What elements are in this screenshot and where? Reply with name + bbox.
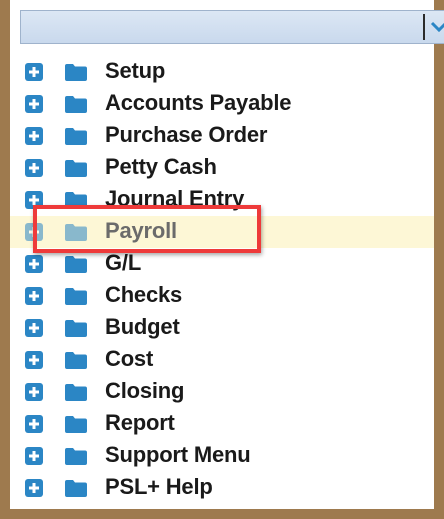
menu-item-psl-help[interactable]: PSL+ Help <box>10 472 434 504</box>
plus-icon[interactable] <box>25 479 43 497</box>
plus-icon[interactable] <box>25 191 43 209</box>
folder-icon <box>65 160 87 177</box>
folder-icon <box>65 256 87 273</box>
menu-item-label: Accounts Payable <box>105 90 292 115</box>
plus-icon[interactable] <box>25 127 43 145</box>
plus-icon[interactable] <box>25 63 43 81</box>
folder-icon <box>65 192 87 209</box>
folder-icon <box>65 128 87 145</box>
folder-icon <box>65 480 87 497</box>
menu-item-report[interactable]: Report <box>10 408 434 440</box>
menu-item-setup[interactable]: Setup <box>10 56 434 88</box>
plus-icon[interactable] <box>25 351 43 369</box>
navigation-dropdown[interactable] <box>20 10 444 44</box>
dropdown-separator <box>423 14 425 40</box>
menu-item-label: Budget <box>105 314 180 339</box>
menu-item-closing[interactable]: Closing <box>10 376 434 408</box>
menu-item-label: Petty Cash <box>105 154 217 179</box>
folder-icon <box>65 352 87 369</box>
menu-item-support-menu[interactable]: Support Menu <box>10 440 434 472</box>
folder-icon <box>65 288 87 305</box>
menu-item-journal-entry[interactable]: Journal Entry <box>10 184 434 216</box>
menu-item-budget[interactable]: Budget <box>10 312 434 344</box>
folder-icon <box>65 384 87 401</box>
menu-item-g-l[interactable]: G/L <box>10 248 434 280</box>
menu-item-petty-cash[interactable]: Petty Cash <box>10 152 434 184</box>
chevron-down-icon[interactable] <box>430 18 444 36</box>
menu-item-label: Payroll <box>105 218 177 243</box>
menu-item-label: Closing <box>105 378 185 403</box>
folder-icon <box>65 416 87 433</box>
folder-icon <box>65 320 87 337</box>
menu-item-label: G/L <box>105 250 142 275</box>
plus-icon[interactable] <box>25 95 43 113</box>
menu-item-payroll[interactable]: Payroll <box>10 216 434 248</box>
menu-item-label: Purchase Order <box>105 122 268 147</box>
plus-icon[interactable] <box>25 287 43 305</box>
plus-icon[interactable] <box>25 319 43 337</box>
plus-icon[interactable] <box>25 383 43 401</box>
plus-icon[interactable] <box>25 159 43 177</box>
menu-item-label: Report <box>105 410 175 435</box>
folder-icon <box>65 64 87 81</box>
menu-item-label: Setup <box>105 58 166 83</box>
menu-item-label: Cost <box>105 346 154 371</box>
menu-item-cost[interactable]: Cost <box>10 344 434 376</box>
menu-tree: Setup Accounts Payable Purchase Order Petty… <box>10 56 434 504</box>
plus-icon[interactable] <box>25 255 43 273</box>
menu-item-label: Checks <box>105 282 183 307</box>
menu-item-label: Support Menu <box>105 442 251 467</box>
folder-icon <box>65 448 87 465</box>
plus-icon[interactable] <box>25 223 43 241</box>
menu-item-label: PSL+ Help <box>105 474 213 499</box>
menu-item-label: Journal Entry <box>105 186 245 211</box>
folder-icon <box>65 96 87 113</box>
menu-item-purchase-order[interactable]: Purchase Order <box>10 120 434 152</box>
menu-item-checks[interactable]: Checks <box>10 280 434 312</box>
menu-item-accounts-payable[interactable]: Accounts Payable <box>10 88 434 120</box>
folder-icon <box>65 224 87 241</box>
plus-icon[interactable] <box>25 447 43 465</box>
plus-icon[interactable] <box>25 415 43 433</box>
